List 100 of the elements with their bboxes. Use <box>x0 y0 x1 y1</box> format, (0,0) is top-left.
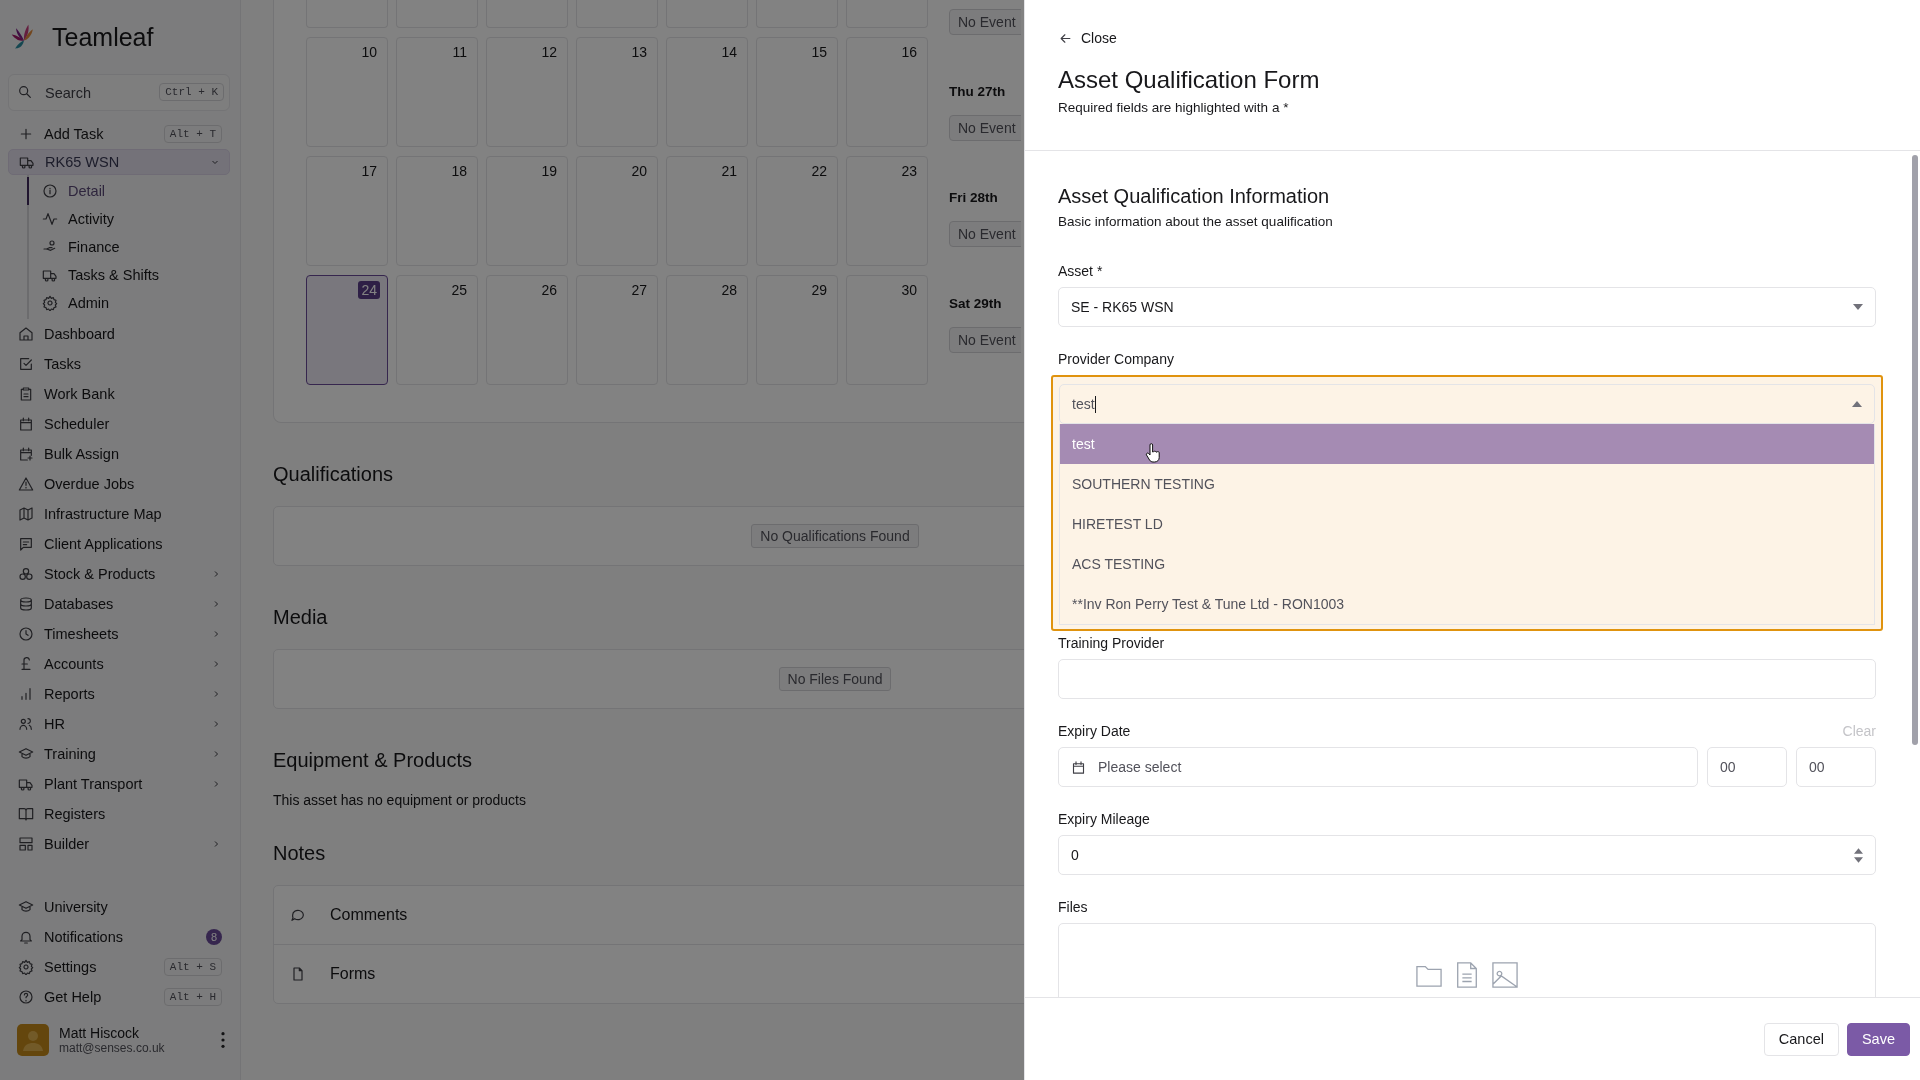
menu-item[interactable]: Infrastructure Map <box>8 499 230 529</box>
brand-name: Teamleaf <box>52 22 154 52</box>
dropdown-arrow-icon <box>1853 304 1863 310</box>
menu-item[interactable]: Registers <box>8 799 230 829</box>
calendar-day[interactable]: 11 <box>396 37 478 147</box>
calendar-day[interactable]: 21 <box>666 156 748 266</box>
plus-icon <box>18 126 34 142</box>
calendar-day[interactable]: 17 <box>306 156 388 266</box>
submenu-item[interactable]: Admin <box>27 289 230 317</box>
dropdown-option[interactable]: test <box>1060 424 1874 464</box>
dropdown-option[interactable]: SOUTHERN TESTING <box>1060 464 1874 504</box>
layout-icon <box>18 836 34 852</box>
calendar-day[interactable]: 27 <box>576 275 658 385</box>
field-label: Expiry Mileage <box>1058 811 1151 827</box>
menu-item[interactable]: Client Applications <box>8 529 230 559</box>
shortcut-hint: Ctrl + K <box>159 83 224 101</box>
calendar-day[interactable]: 18 <box>396 156 478 266</box>
shortcut-hint: Alt + T <box>163 125 222 143</box>
more-options-icon[interactable] <box>220 1031 226 1049</box>
speech-bubble-icon <box>290 907 306 923</box>
menu-item[interactable]: Settings Alt + S <box>8 952 230 982</box>
calendar-day[interactable]: 29 <box>756 275 838 385</box>
image-icon <box>1492 962 1518 988</box>
menu-item[interactable]: Tasks <box>8 349 230 379</box>
pound-icon <box>18 656 34 672</box>
calendar-day[interactable]: 25 <box>396 275 478 385</box>
calendar-day[interactable]: 15 <box>756 37 838 147</box>
provider-combobox[interactable]: test test SOUTHERN TESTING HIRETEST LD ACS TESTING **Inv Ron Perry Test & Tune Ltd - RON1003 <box>1051 375 1883 631</box>
training-provider-field[interactable] <box>1058 659 1876 699</box>
menu-item[interactable]: Work Bank <box>8 379 230 409</box>
menu-item[interactable]: University <box>8 892 230 922</box>
hand-cursor-icon <box>1145 443 1161 463</box>
menu-item[interactable]: Builder <box>8 829 230 859</box>
menu-item[interactable]: Training <box>8 739 230 769</box>
field-label: Provider Company <box>1058 351 1175 367</box>
activity-icon <box>42 211 58 227</box>
calendar-day[interactable]: 26 <box>486 275 568 385</box>
clock-icon <box>18 626 34 642</box>
stepper-icon[interactable] <box>1854 847 1863 863</box>
calendar-day[interactable]: 28 <box>666 275 748 385</box>
no-event-tag: No Event <box>949 221 1021 247</box>
calendar-day[interactable]: 30 <box>846 275 928 385</box>
menu-item[interactable]: Stock & Products <box>8 559 230 589</box>
menu-item[interactable]: Overdue Jobs <box>8 469 230 499</box>
dropdown-option[interactable]: HIRETEST LD <box>1060 504 1874 544</box>
truck-icon <box>42 267 58 283</box>
calendar-day[interactable]: 23 <box>846 156 928 266</box>
menu-item[interactable]: Bulk Assign <box>8 439 230 469</box>
submenu-item[interactable]: Tasks & Shifts <box>27 261 230 289</box>
calendar-plus-icon <box>18 446 34 462</box>
save-button[interactable]: Save <box>1846 1022 1910 1056</box>
search-icon <box>17 84 33 100</box>
hour-field[interactable]: 00 <box>1707 747 1787 787</box>
mileage-field[interactable]: 0 <box>1058 835 1876 875</box>
dropdown-option[interactable]: ACS TESTING <box>1060 544 1874 584</box>
menu-item[interactable]: Notifications 8 <box>8 922 230 952</box>
asset-menu-item[interactable]: RK65 WSN <box>8 149 230 175</box>
book-icon <box>18 806 34 822</box>
calendar-day[interactable]: 14 <box>666 37 748 147</box>
user-email: matt@senses.co.uk <box>59 1041 166 1055</box>
add-task-button[interactable]: Add Task Alt + T <box>8 119 230 149</box>
calendar-day[interactable]: 16 <box>846 37 928 147</box>
asset-select[interactable]: SE - RK65 WSN <box>1058 287 1876 327</box>
calendar-day[interactable]: 19 <box>486 156 568 266</box>
user-name: Matt Hiscock <box>59 1025 141 1041</box>
field-label: Asset * <box>1058 263 1104 279</box>
calendar-day[interactable]: 20 <box>576 156 658 266</box>
form-subtitle: Required fields are highlighted with a * <box>1058 99 1290 115</box>
menu-item[interactable]: Reports <box>8 679 230 709</box>
bell-icon <box>18 929 34 945</box>
submenu-item[interactable]: Finance <box>27 233 230 261</box>
menu-item[interactable]: Accounts <box>8 649 230 679</box>
agenda-date: Sat 29th <box>949 296 1003 311</box>
home-icon <box>18 326 34 342</box>
menu-item[interactable]: Scheduler <box>8 409 230 439</box>
calendar-day[interactable]: 13 <box>576 37 658 147</box>
help-icon <box>18 989 34 1005</box>
cancel-button[interactable]: Cancel <box>1763 1022 1839 1056</box>
calendar-day[interactable]: 12 <box>486 37 568 147</box>
section-title: Equipment & Products <box>273 749 473 772</box>
calendar-day[interactable]: 10 <box>306 37 388 147</box>
dropdown-option[interactable]: **Inv Ron Perry Test & Tune Ltd - RON1003 <box>1060 584 1874 624</box>
menu-item[interactable]: Get Help Alt + H <box>8 982 230 1012</box>
menu-item[interactable]: Plant Transport <box>8 769 230 799</box>
message-icon <box>18 536 34 552</box>
truck-icon <box>18 776 34 792</box>
date-picker-field[interactable]: Please select <box>1058 747 1698 787</box>
section-title: Notes <box>273 842 327 865</box>
menu-item[interactable]: Dashboard <box>8 319 230 349</box>
close-link[interactable]: Close <box>1058 30 1117 46</box>
menu-item[interactable]: Databases <box>8 589 230 619</box>
minute-field[interactable]: 00 <box>1796 747 1876 787</box>
notes-row[interactable]: Forms <box>274 945 1024 1003</box>
submenu-item[interactable]: Activity <box>27 205 230 233</box>
menu-item[interactable]: Timesheets <box>8 619 230 649</box>
submenu-item[interactable]: Detail <box>27 177 230 205</box>
calendar-day[interactable]: 24 <box>306 275 388 385</box>
calendar-day[interactable]: 22 <box>756 156 838 266</box>
menu-item[interactable]: HR <box>8 709 230 739</box>
shortcut-hint: Alt + H <box>163 988 222 1006</box>
